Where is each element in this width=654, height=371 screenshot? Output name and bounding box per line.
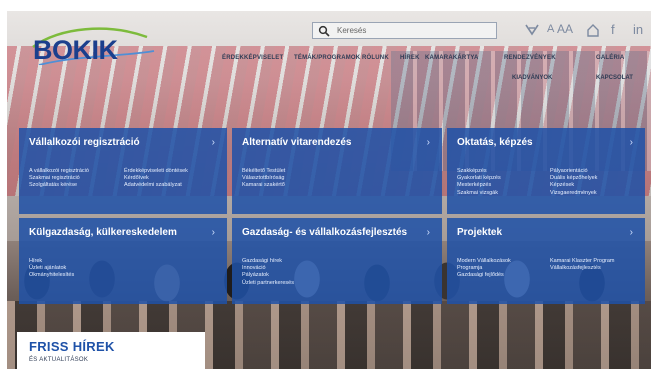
tile-link[interactable]: Duális képzőhelyek — [550, 175, 597, 182]
tile-title: Alternatív vitarendezés — [242, 137, 352, 148]
news-banner[interactable]: FRISS HÍREK ÉS AKTUALITÁSOK — [17, 332, 205, 369]
tile-link[interactable]: Okmányhitelesítés — [29, 272, 74, 279]
tile-link[interactable]: Vállalkozásfejlesztés — [550, 265, 615, 272]
tile-links-left: Modern Vállalkozások Programja Gazdasági… — [457, 258, 511, 280]
tile-link[interactable]: Kamarai Klaszter Program — [550, 258, 615, 265]
tile-link[interactable]: Vizsgaeredmények — [550, 190, 597, 197]
nav-item-hirek[interactable]: HÍREK — [400, 55, 420, 61]
tile-link[interactable]: Gazdasági fejlődés — [457, 272, 511, 279]
tile-kulgazdasag-kulkereskedelem[interactable]: Külgazdaság, külkereskedelem › Hírek Üzl… — [19, 218, 227, 304]
logo-wordmark: BOKIK — [33, 35, 118, 65]
news-subheading: ÉS AKTUALITÁSOK — [29, 357, 89, 363]
nav-item-galeria[interactable]: GALÉRIA — [596, 55, 624, 61]
font-size-large-button[interactable]: AA — [557, 22, 573, 36]
home-icon[interactable] — [587, 24, 599, 37]
tile-link[interactable]: Gyakorlati képzés — [457, 175, 501, 182]
secondary-navigation: KIADVÁNYOK KAPCSOLAT — [222, 75, 651, 87]
tile-title: Projektek — [457, 227, 503, 238]
tile-link[interactable]: Modern Vállalkozások — [457, 258, 511, 265]
tile-links-right: Érdekképviseleti döntések Kérdőívek Adat… — [124, 168, 188, 190]
tile-vallalkozoi-regisztracio[interactable]: Vállalkozói regisztráció › A vállalkozói… — [19, 128, 227, 214]
tile-link[interactable]: Szakmai vizsgák — [457, 190, 501, 197]
tile-links-left: Szakképzés Gyakorlati képzés Mesterképzé… — [457, 168, 501, 197]
tile-link[interactable]: Pályaorientáció — [550, 168, 597, 175]
tile-links-left: A vállalkozói regisztráció Szakmai regis… — [29, 168, 89, 190]
bokik-logo[interactable]: BOKIK — [27, 25, 157, 85]
tile-gazdasag-vallalkozasfejlesztes[interactable]: Gazdaság- és vállalkozásfejlesztés › Gaz… — [232, 218, 442, 304]
tile-projektek[interactable]: Projektek › Modern Vállalkozások Program… — [447, 218, 645, 304]
site-header: BOKIK Keresés A AA f in ÉRDEKKÉPVISELET … — [7, 11, 651, 106]
tile-link[interactable]: Pályázatok — [242, 272, 294, 279]
low-vision-icon[interactable] — [525, 24, 539, 36]
chevron-right-icon: › — [211, 137, 215, 148]
facebook-icon[interactable]: f — [611, 22, 615, 37]
search-icon — [318, 25, 330, 37]
tile-link[interactable]: Kamarai szakértő — [242, 182, 285, 189]
nav-item-kiadvanyok[interactable]: KIADVÁNYOK — [512, 75, 552, 81]
tile-link[interactable]: Szakképzés — [457, 168, 501, 175]
nav-item-erdekkepviselet[interactable]: ÉRDEKKÉPVISELET — [222, 55, 283, 61]
main-navigation: ÉRDEKKÉPVISELET TÉMÁK/PROGRAMOK RÓLUNK H… — [222, 55, 651, 67]
tile-link[interactable]: Békéltető Testület — [242, 168, 285, 175]
nav-item-rolunk[interactable]: RÓLUNK — [362, 55, 389, 61]
tile-title: Gazdaság- és vállalkozásfejlesztés — [242, 227, 408, 238]
nav-item-kamarakartya[interactable]: KAMARAKÁRTYA — [425, 55, 479, 61]
news-heading: FRISS HÍREK — [29, 339, 115, 354]
tile-oktatas-kepzes[interactable]: Oktatás, képzés › Szakképzés Gyakorlati … — [447, 128, 645, 214]
tile-link[interactable]: Mesterképzés — [457, 182, 501, 189]
tile-links-right: Pályaorientáció Duális képzőhelyek Képzé… — [550, 168, 597, 197]
font-size-small-button[interactable]: A — [547, 23, 554, 35]
search-input[interactable]: Keresés — [312, 22, 497, 39]
tile-links-left: Hírek Üzleti ajánlatok Okmányhitelesítés — [29, 258, 74, 280]
nav-item-temak-programok[interactable]: TÉMÁK/PROGRAMOK — [294, 55, 360, 61]
tile-link[interactable]: Választottbíróság — [242, 175, 285, 182]
tile-link[interactable]: Adatvédelmi szabályzat — [124, 182, 188, 189]
tile-link[interactable]: Szolgáltatás kérése — [29, 182, 89, 189]
linkedin-icon[interactable]: in — [633, 22, 643, 37]
tile-link[interactable]: Kérdőívek — [124, 175, 188, 182]
tile-link[interactable]: Szakmai regisztráció — [29, 175, 89, 182]
tile-link[interactable]: Képzések — [550, 182, 597, 189]
search-placeholder: Keresés — [337, 26, 367, 35]
tile-link[interactable]: A vállalkozói regisztráció — [29, 168, 89, 175]
site-viewport: BOKIK Keresés A AA f in ÉRDEKKÉPVISELET … — [7, 11, 651, 369]
chevron-right-icon: › — [211, 227, 215, 238]
tile-link[interactable]: Gazdasági hírek — [242, 258, 294, 265]
nav-item-kapcsolat[interactable]: KAPCSOLAT — [596, 75, 633, 81]
chevron-right-icon: › — [629, 227, 633, 238]
tile-links-right: Kamarai Klaszter Program Vállalkozásfejl… — [550, 258, 615, 272]
tile-link[interactable]: Innováció — [242, 265, 294, 272]
tile-links-left: Békéltető Testület Választottbíróság Kam… — [242, 168, 285, 190]
tile-link[interactable]: Programja — [457, 265, 511, 272]
tile-link[interactable]: Üzleti partnerkeresés — [242, 280, 294, 287]
tile-title: Oktatás, képzés — [457, 137, 533, 148]
chevron-right-icon: › — [426, 227, 430, 238]
page-frame: BOKIK Keresés A AA f in ÉRDEKKÉPVISELET … — [0, 0, 654, 371]
tile-link[interactable]: Üzleti ajánlatok — [29, 265, 74, 272]
tile-links-left: Gazdasági hírek Innováció Pályázatok Üzl… — [242, 258, 294, 287]
tile-link[interactable]: Érdekképviseleti döntések — [124, 168, 188, 175]
nav-item-rendezvenyek[interactable]: RENDEZVÉNYEK — [504, 55, 556, 61]
tile-title: Külgazdaság, külkereskedelem — [29, 227, 177, 238]
tile-alternativ-vitarendezes[interactable]: Alternatív vitarendezés › Békéltető Test… — [232, 128, 442, 214]
chevron-right-icon: › — [426, 137, 430, 148]
chevron-right-icon: › — [629, 137, 633, 148]
tile-title: Vállalkozói regisztráció — [29, 137, 140, 148]
